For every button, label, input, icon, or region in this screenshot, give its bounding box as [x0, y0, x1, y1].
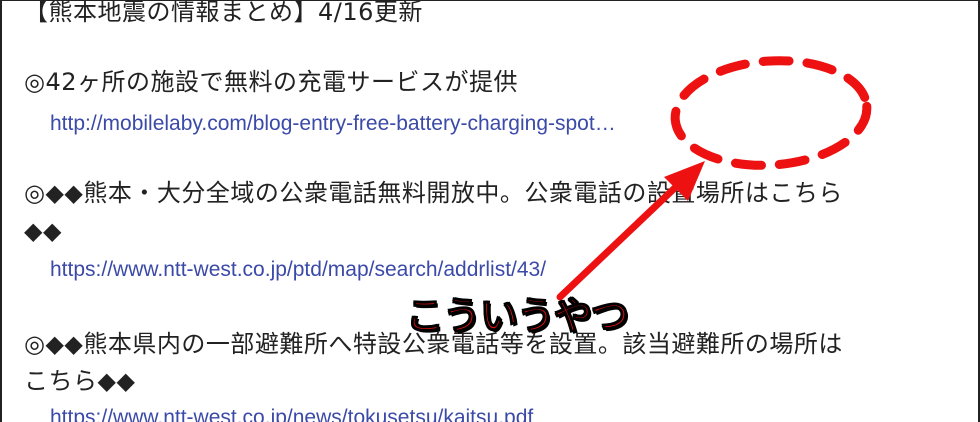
- post-header: 【熊本地震の情報まとめ】4/16更新: [24, 0, 423, 26]
- item-title-special-payphone-cont: こちら◆◆: [24, 367, 136, 395]
- post-content-panel: 【熊本地震の情報まとめ】4/16更新 ◎42ヶ所の施設で無料の充電サービスが提供…: [0, 0, 980, 422]
- link-payphone-map[interactable]: https://www.ntt-west.co.jp/ptd/map/searc…: [50, 257, 546, 283]
- link-special-payphone-pdf[interactable]: https://www.ntt-west.co.jp/news/tokusets…: [50, 405, 533, 422]
- annotation-dashed-circle: [670, 56, 872, 170]
- link-charging-spots[interactable]: http://mobilelaby.com/blog-entry-free-ba…: [50, 111, 616, 137]
- item-title-payphone-free: ◎◆◆熊本・大分全域の公衆電話無料開放中。公衆電話の設置場所はこちら: [24, 179, 843, 207]
- item-title-payphone-free-cont: ◆◆: [24, 217, 62, 245]
- annotation-label: こういうやつ: [405, 293, 629, 338]
- item-title-charging: ◎42ヶ所の施設で無料の充電サービスが提供: [24, 68, 518, 96]
